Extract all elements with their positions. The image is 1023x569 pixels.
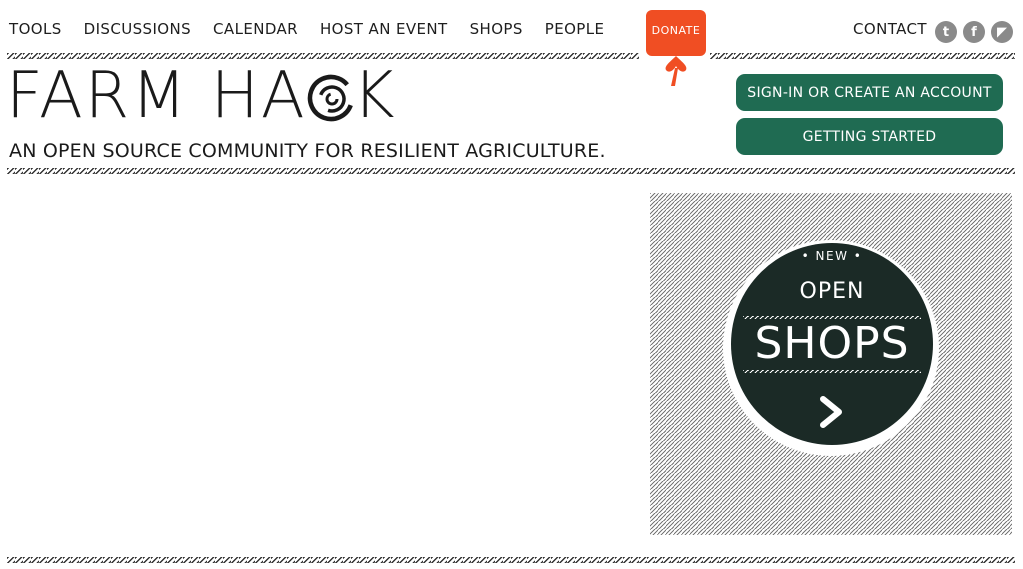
donate-label: DONATE: [651, 24, 701, 37]
badge-divider: [743, 370, 921, 373]
donate-button[interactable]: DONATE: [646, 10, 706, 88]
logo-text-end: K: [352, 59, 397, 133]
badge-new-label: • NEW •: [801, 249, 863, 263]
twitter-icon[interactable]: t: [935, 21, 957, 43]
divider-header: [7, 168, 1015, 174]
contact-link[interactable]: CONTACT: [853, 20, 927, 38]
donate-tag-icon: [646, 10, 706, 86]
open-shops-badge[interactable]: • NEW • OPEN SHOPS: [731, 243, 933, 445]
getting-started-button[interactable]: GETTING STARTED: [736, 118, 1003, 155]
divider-top-right: [710, 53, 1015, 59]
logo-text: FARM HA: [6, 59, 307, 133]
nav-item-host-an-event[interactable]: HOST AN EVENT: [320, 20, 448, 38]
facebook-icon[interactable]: f: [963, 21, 985, 43]
nav-item-shops[interactable]: SHOPS: [470, 20, 523, 38]
nav-item-calendar[interactable]: CALENDAR: [213, 20, 298, 38]
spiral-icon: [307, 64, 354, 139]
nav-item-people[interactable]: PEOPLE: [545, 20, 605, 38]
site-logo[interactable]: FARM HA K: [6, 64, 397, 139]
divider-bottom: [7, 557, 1015, 563]
site-tagline: AN OPEN SOURCE COMMUNITY FOR RESILIENT A…: [9, 140, 606, 162]
badge-open-label: OPEN: [799, 279, 865, 304]
rss-icon[interactable]: ◤: [991, 21, 1013, 43]
chevron-right-icon[interactable]: [819, 395, 845, 429]
nav-item-discussions[interactable]: DISCUSSIONS: [84, 20, 191, 38]
main-nav: TOOLS DISCUSSIONS CALENDAR HOST AN EVENT…: [9, 20, 626, 38]
social-links: t f ◤: [935, 21, 1013, 43]
nav-item-tools[interactable]: TOOLS: [9, 20, 62, 38]
signin-button[interactable]: SIGN-IN OR CREATE AN ACCOUNT: [736, 74, 1003, 111]
badge-shops-label: SHOPS: [754, 318, 910, 369]
